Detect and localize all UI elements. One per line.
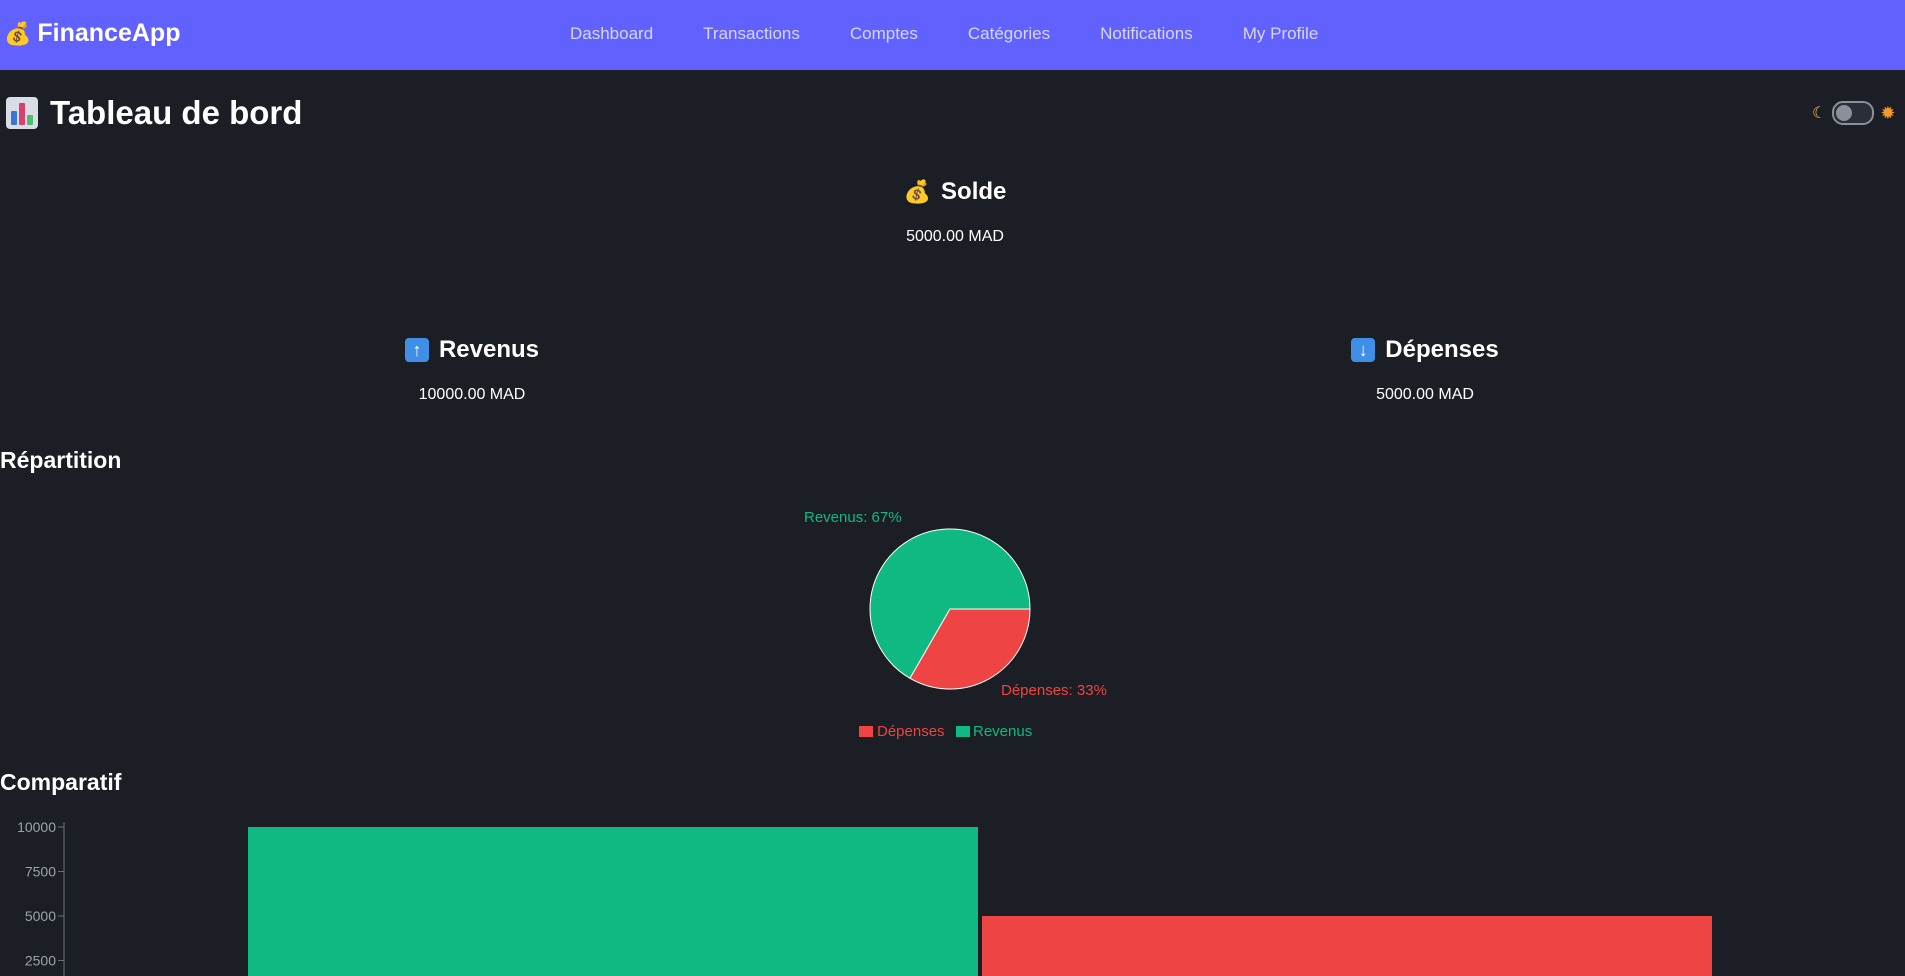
bar-chart: 10000 7500 5000 2500 — [17, 819, 1712, 976]
solde-heading: 💰 Solde — [855, 178, 1055, 206]
pie-label-revenus: Revenus: 67% — [804, 509, 902, 526]
revenus-heading: ↑ Revenus — [372, 336, 572, 364]
y-tick-label: 5000 — [25, 908, 56, 924]
solde-amount: 5000.00 MAD — [906, 228, 1004, 245]
revenus-amount: 10000.00 MAD — [418, 386, 526, 403]
depenses-label: Dépenses — [1385, 336, 1499, 363]
sun-icon: ✹ — [1880, 102, 1896, 123]
brand[interactable]: 💰 FinanceApp — [4, 19, 180, 48]
bar-depenses[interactable] — [982, 916, 1712, 976]
arrow-up-icon: ↑ — [404, 338, 429, 362]
y-tick-label: 7500 — [25, 864, 56, 880]
revenus-label: Revenus — [438, 336, 540, 363]
nav-link-dashboard[interactable]: Dashboard — [570, 24, 653, 44]
page: 💰 FinanceApp Dashboard Transactions Comp… — [0, 0, 1905, 976]
nav-link-comptes[interactable]: Comptes — [850, 24, 918, 44]
y-tick-label: 2500 — [25, 953, 56, 969]
bar-chart-icon — [6, 97, 38, 129]
money-bag-icon: 💰 — [4, 20, 32, 46]
nav-link-my-profile[interactable]: My Profile — [1243, 24, 1319, 44]
repartition-heading: Répartition — [0, 447, 122, 473]
nav-link-categories[interactable]: Catégories — [968, 24, 1050, 44]
depenses-heading: ↓ Dépenses — [1325, 336, 1525, 364]
legend-swatch-revenus — [956, 726, 970, 737]
app-name: FinanceApp — [37, 19, 181, 47]
nav-link-notifications[interactable]: Notifications — [1100, 24, 1193, 44]
nav-link-transactions[interactable]: Transactions — [703, 24, 800, 44]
solde-card: 💰 Solde 5000.00 MAD — [855, 178, 1055, 246]
nav-links: Dashboard Transactions Comptes Catégorie… — [570, 24, 1318, 44]
page-title-text: Tableau de bord — [50, 94, 303, 131]
money-bag-icon: 💰 — [903, 179, 932, 204]
comparatif-heading: Comparatif — [0, 769, 122, 795]
legend-label-revenus[interactable]: Revenus — [973, 723, 1032, 740]
page-title: Tableau de bord — [6, 94, 302, 132]
theme-toggle: ☾ ✹ — [1812, 101, 1895, 125]
y-tick-label: 10000 — [17, 819, 56, 835]
depenses-card: ↓ Dépenses 5000.00 MAD — [1325, 336, 1525, 404]
solde-label: Solde — [941, 178, 1007, 205]
legend-label-depenses[interactable]: Dépenses — [877, 723, 945, 740]
pie-chart: Revenus: 67% Dépenses: 33% Dépenses Reve… — [804, 509, 1107, 740]
bar-revenus[interactable] — [248, 827, 978, 976]
legend-swatch-depenses — [859, 726, 873, 737]
top-navbar: 💰 FinanceApp Dashboard Transactions Comp… — [0, 0, 1905, 70]
pie-label-depenses: Dépenses: 33% — [1001, 682, 1107, 699]
moon-icon: ☾ — [1812, 105, 1827, 122]
revenus-card: ↑ Revenus 10000.00 MAD — [372, 336, 572, 404]
theme-switch[interactable] — [1832, 101, 1875, 125]
depenses-amount: 5000.00 MAD — [1376, 386, 1474, 403]
arrow-down-icon: ↓ — [1351, 338, 1376, 362]
